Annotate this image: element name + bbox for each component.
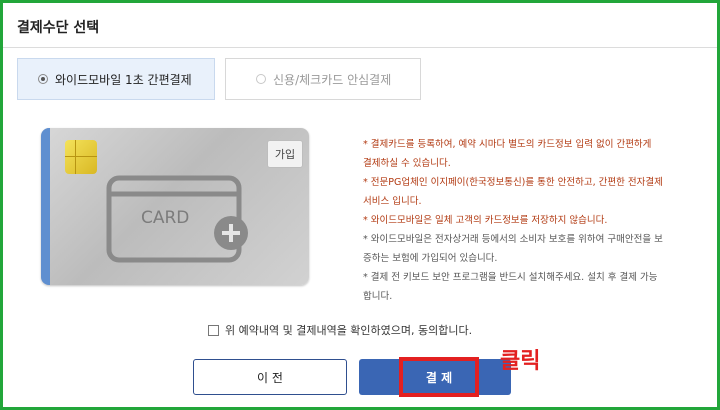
tab-label: 신용/체크카드 안심결제 <box>273 72 392 87</box>
note-item: * 와이드모바일은 일체 고객의 카드정보를 저장하지 않습니다. <box>363 215 608 226</box>
note-item: * 전문PG업체인 이지페이(한국정보통신)를 통한 안전하고, 간편한 전자결… <box>363 177 663 207</box>
card-illustration: 가입 CARD <box>41 128 309 285</box>
note-item: * 와이드모바일은 전자상거래 등에서의 소비자 보호를 위하여 구매안전을 보… <box>363 234 663 264</box>
agreement-row[interactable]: 위 예약내역 및 결제내역을 확인하였으며, 동의합니다. <box>208 322 472 338</box>
radio-unselected-icon[interactable] <box>256 74 266 84</box>
note-item: * 결제카드를 등록하여, 예약 시마다 별도의 카드정보 입력 없이 간편하게… <box>363 139 652 169</box>
card-outline-graphic: CARD <box>106 175 248 263</box>
card-text: CARD <box>141 208 189 228</box>
note-item: * 결제 전 키보드 보안 프로그램을 반드시 설치해주세요. 설치 후 결제 … <box>363 272 658 302</box>
previous-button-label: 이 전 <box>257 370 283 385</box>
payment-dialog: 결제수단 선택 와이드모바일 1초 간편결제 신용/체크카드 안심결제 가입 C… <box>3 3 717 407</box>
payment-notes: * 결제카드를 등록하여, 예약 시마다 별도의 카드정보 입력 없이 간편하게… <box>363 135 663 306</box>
pay-button-highlight[interactable]: 결 제 <box>399 357 479 397</box>
tab-credit-card-payment[interactable]: 신용/체크카드 안심결제 <box>225 58 421 100</box>
previous-button[interactable]: 이 전 <box>193 359 347 395</box>
tab-label: 와이드모바일 1초 간편결제 <box>55 72 192 87</box>
page-title: 결제수단 선택 <box>17 20 100 36</box>
title-divider <box>3 47 717 48</box>
radio-selected-icon[interactable] <box>38 74 48 84</box>
agreement-label: 위 예약내역 및 결제내역을 확인하였으며, 동의합니다. <box>225 324 473 337</box>
tab-wide-mobile-payment[interactable]: 와이드모바일 1초 간편결제 <box>17 58 215 100</box>
pay-button-label: 결 제 <box>425 370 453 385</box>
click-annotation: 클릭 <box>500 349 541 374</box>
agreement-checkbox[interactable] <box>208 324 219 336</box>
